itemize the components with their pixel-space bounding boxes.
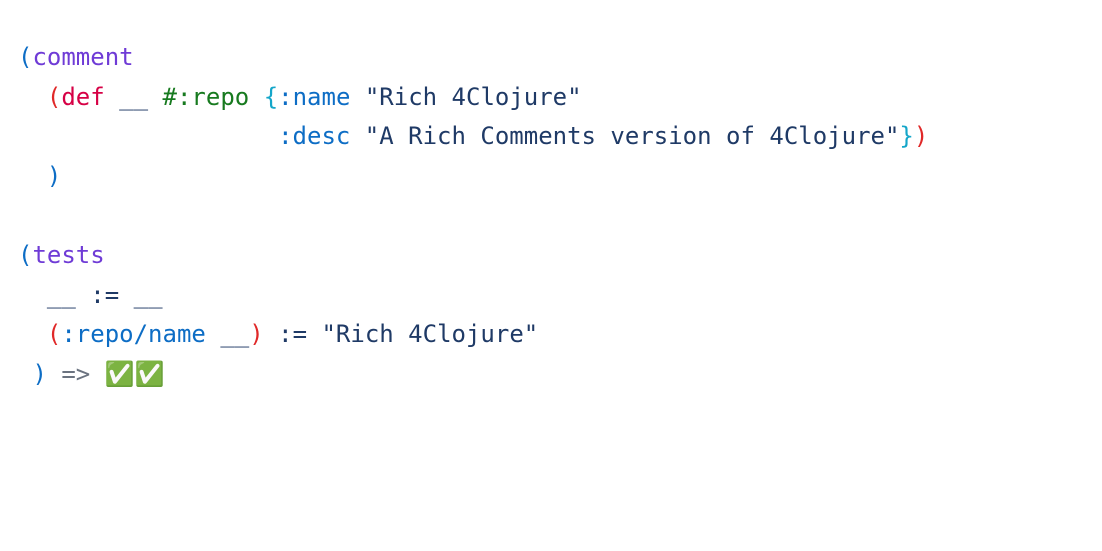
paren-close: ) (914, 122, 928, 150)
brace-close: } (899, 122, 913, 150)
keyword-desc: :desc (278, 122, 350, 150)
checkmark-icon: ✅✅ (105, 360, 165, 388)
symbol-tests: tests (32, 241, 104, 269)
string-desc: "A Rich Comments version of 4Clojure" (365, 122, 900, 150)
namespace-repo: :repo (177, 83, 249, 111)
hash: # (163, 83, 177, 111)
assert-op: := (90, 281, 119, 309)
paren-open: ( (18, 241, 32, 269)
string-expected: "Rich 4Clojure" (321, 320, 538, 348)
symbol-comment: comment (32, 43, 133, 71)
keyword-def: def (61, 83, 104, 111)
paren-open: ( (18, 43, 32, 71)
blank-placeholder: __ (134, 281, 163, 309)
blank-placeholder: __ (220, 320, 249, 348)
keyword-name: :name (278, 83, 350, 111)
blank-placeholder: __ (47, 281, 76, 309)
keyword-repo-name: :repo/name (61, 320, 206, 348)
blank-placeholder: __ (119, 83, 148, 111)
assert-op: := (278, 320, 307, 348)
code-block: (comment (def __ #:repo {:name "Rich 4Cl… (0, 0, 1102, 432)
brace-open: { (264, 83, 278, 111)
string-name: "Rich 4Clojure" (365, 83, 582, 111)
result-arrow: => (61, 360, 90, 388)
paren-open: ( (47, 320, 61, 348)
paren-close: ) (47, 162, 61, 190)
paren-close: ) (32, 360, 46, 388)
paren-open: ( (47, 83, 61, 111)
paren-close: ) (249, 320, 263, 348)
